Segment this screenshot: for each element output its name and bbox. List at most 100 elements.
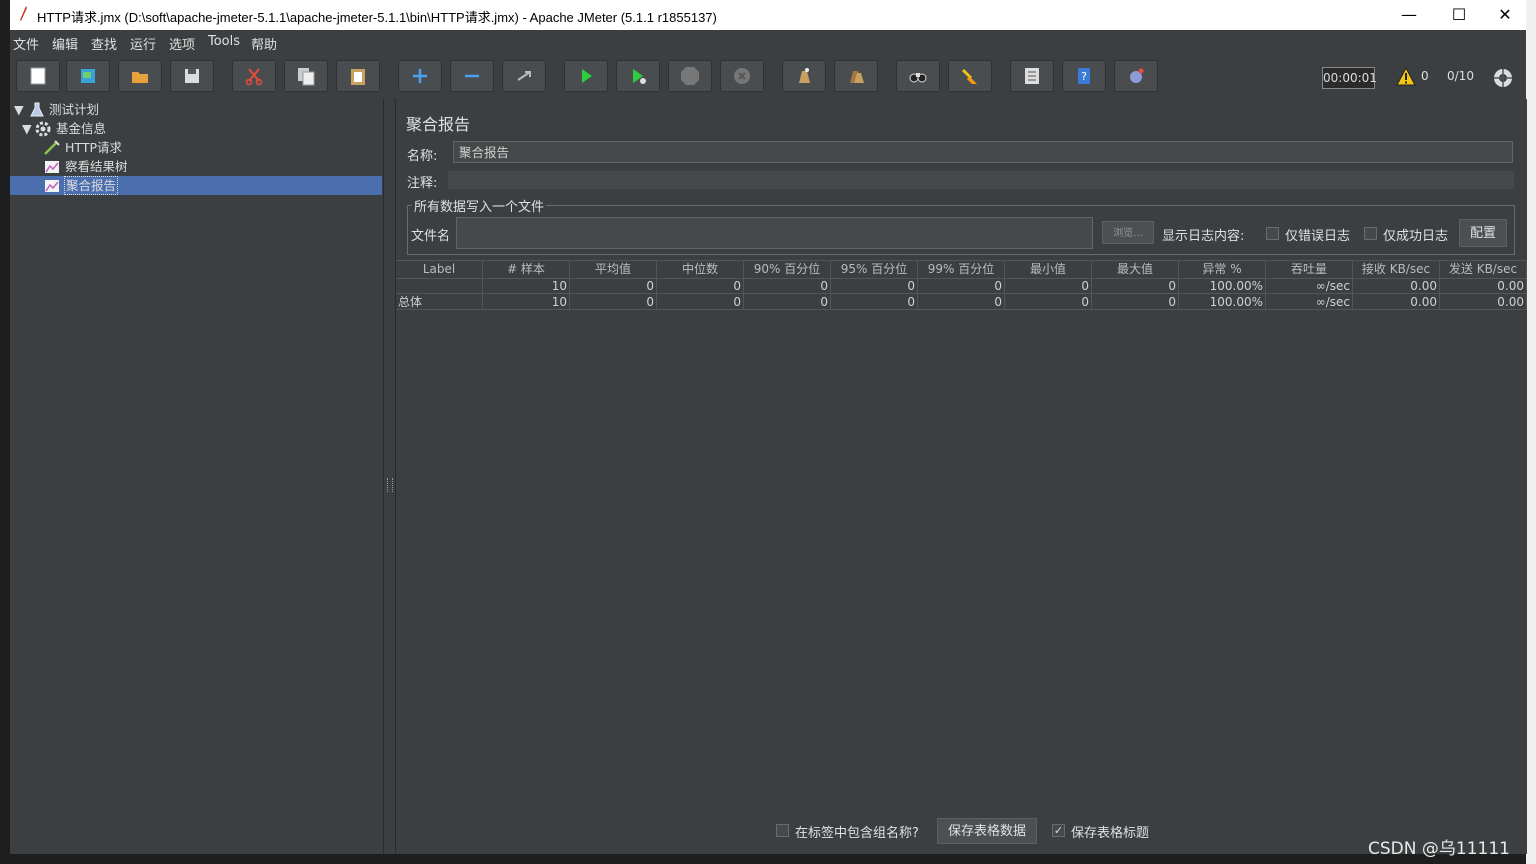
new-button[interactable] xyxy=(16,60,60,92)
tree-item-label: 测试计划 xyxy=(49,102,100,117)
clear-all-button[interactable] xyxy=(834,60,878,92)
warning-count: 0 xyxy=(1421,69,1429,83)
filename-label: 文件名 xyxy=(411,229,451,244)
watermark-text: CSDN @乌11111 xyxy=(1368,839,1510,859)
aggregate-table: Label # 样本 平均值 中位数 90% 百分位 95% 百分位 99% 百… xyxy=(396,260,1527,810)
cut-button[interactable] xyxy=(232,60,276,92)
desktop-bottom-edge xyxy=(10,854,1526,864)
column-header[interactable]: 发送 KB/sec xyxy=(1440,261,1527,278)
stop-icon xyxy=(681,67,699,85)
start-button[interactable] xyxy=(564,60,608,92)
column-header[interactable]: 最大值 xyxy=(1092,261,1179,278)
include-group-checkbox[interactable] xyxy=(776,824,789,837)
filename-input[interactable] xyxy=(456,217,1093,249)
save-header-checkbox[interactable]: ✓ xyxy=(1052,824,1065,837)
table-cell: 100.00% xyxy=(1179,294,1266,310)
column-header[interactable]: Label xyxy=(396,261,483,278)
table-cell: 10 xyxy=(483,294,570,310)
success-only-label: 仅成功日志 xyxy=(1383,229,1449,244)
menu-options[interactable]: 选项 xyxy=(169,34,195,53)
column-header[interactable]: 最小值 xyxy=(1005,261,1092,278)
help-button[interactable]: ? xyxy=(1062,60,1106,92)
table-cell: 0 xyxy=(1092,294,1179,310)
title-bar: HTTP请求.jmx (D:\soft\apache-jmeter-5.1.1\… xyxy=(10,0,1526,30)
remote-icon xyxy=(1130,68,1144,83)
tree-item-label: HTTP请求 xyxy=(65,140,122,155)
table-cell: 0 xyxy=(831,278,918,294)
remote-status-icon[interactable] xyxy=(1492,67,1514,89)
splitter-grip[interactable] xyxy=(387,478,393,492)
table-cell: 0.00 xyxy=(1353,294,1440,310)
success-only-checkbox[interactable] xyxy=(1364,227,1377,240)
stop-button[interactable] xyxy=(668,60,712,92)
browse-button[interactable]: 浏览... xyxy=(1102,221,1154,244)
table-cell: 0 xyxy=(1005,294,1092,310)
thread-group-icon xyxy=(35,121,51,137)
expand-icon xyxy=(413,69,427,83)
clear-button[interactable] xyxy=(782,60,826,92)
menu-edit[interactable]: 编辑 xyxy=(52,34,78,53)
column-header[interactable]: 中位数 xyxy=(657,261,744,278)
menu-run[interactable]: 运行 xyxy=(130,34,156,53)
collapse-toggle-icon[interactable]: ▼ xyxy=(22,119,32,138)
maximize-button[interactable]: ☐ xyxy=(1436,0,1482,30)
elapsed-timer: 00:00:01 xyxy=(1322,67,1377,89)
column-header[interactable]: 99% 百分位 xyxy=(918,261,1005,278)
reset-search-button[interactable] xyxy=(948,60,992,92)
column-header[interactable]: 平均值 xyxy=(570,261,657,278)
menu-search[interactable]: 查找 xyxy=(91,34,117,53)
table-cell xyxy=(396,278,483,294)
close-button[interactable]: ✕ xyxy=(1482,0,1528,30)
table-cell: 0 xyxy=(831,294,918,310)
search-button[interactable] xyxy=(896,60,940,92)
shutdown-button[interactable] xyxy=(720,60,764,92)
open-icon xyxy=(132,72,148,83)
errors-only-label: 仅错误日志 xyxy=(1285,229,1351,244)
table-row[interactable]: 10 0 0 0 0 0 0 0 100.00% ∞/sec 0.00 0.00 xyxy=(396,278,1527,294)
clear-icon xyxy=(799,68,810,83)
open-button[interactable] xyxy=(118,60,162,92)
collapse-button[interactable] xyxy=(450,60,494,92)
comment-field[interactable] xyxy=(448,171,1514,189)
start-no-pause-button[interactable] xyxy=(616,60,660,92)
menu-file[interactable]: 文件 xyxy=(13,34,39,53)
toggle-button[interactable] xyxy=(502,60,546,92)
column-header[interactable]: 接收 KB/sec xyxy=(1353,261,1440,278)
minimize-button[interactable]: — xyxy=(1386,0,1432,30)
collapse-icon xyxy=(465,74,479,78)
column-header[interactable]: 吞吐量 xyxy=(1266,261,1353,278)
test-plan-tree: ▼ 测试计划 ▼ 基金信息 HTTP请求 察看结果树 聚合报告 xyxy=(10,99,384,854)
column-header[interactable]: 95% 百分位 xyxy=(831,261,918,278)
warning-icon[interactable] xyxy=(1396,67,1416,87)
templates-button[interactable] xyxy=(66,60,110,92)
menu-tools[interactable]: Tools xyxy=(208,34,240,49)
table-header: Label # 样本 平均值 中位数 90% 百分位 95% 百分位 99% 百… xyxy=(396,261,1527,279)
table-row-total[interactable]: 总体 10 0 0 0 0 0 0 0 100.00% ∞/sec 0.00 0… xyxy=(396,294,1527,310)
errors-only-checkbox[interactable] xyxy=(1266,227,1279,240)
tree-item-label: 聚合报告 xyxy=(64,176,119,195)
tree-item-label: 基金信息 xyxy=(56,121,107,136)
desktop-left-edge xyxy=(0,0,10,864)
log-content-label: 显示日志内容: xyxy=(1162,229,1245,244)
function-helper-button[interactable] xyxy=(1010,60,1054,92)
remote-button[interactable] xyxy=(1114,60,1158,92)
name-field[interactable]: 聚合报告 xyxy=(453,141,1513,163)
paste-button[interactable] xyxy=(336,60,380,92)
menu-help[interactable]: 帮助 xyxy=(251,34,277,53)
save-icon xyxy=(185,69,199,83)
column-header[interactable]: 90% 百分位 xyxy=(744,261,831,278)
save-table-data-button[interactable]: 保存表格数据 xyxy=(937,818,1037,844)
tree-item-aggregate-report[interactable]: 聚合报告 xyxy=(10,176,382,195)
collapse-toggle-icon[interactable]: ▼ xyxy=(14,100,24,119)
save-button[interactable] xyxy=(170,60,214,92)
column-header[interactable]: 异常 % xyxy=(1179,261,1266,278)
tree-item-label: 察看结果树 xyxy=(65,159,128,174)
expand-button[interactable] xyxy=(398,60,442,92)
configure-button[interactable]: 配置 xyxy=(1459,219,1507,247)
column-header[interactable]: # 样本 xyxy=(483,261,570,278)
panel-title: 聚合报告 xyxy=(406,115,471,134)
svg-text:?: ? xyxy=(1081,70,1087,83)
split-pane-divider[interactable] xyxy=(384,99,394,854)
copy-button[interactable] xyxy=(284,60,328,92)
search-icon xyxy=(909,73,927,83)
